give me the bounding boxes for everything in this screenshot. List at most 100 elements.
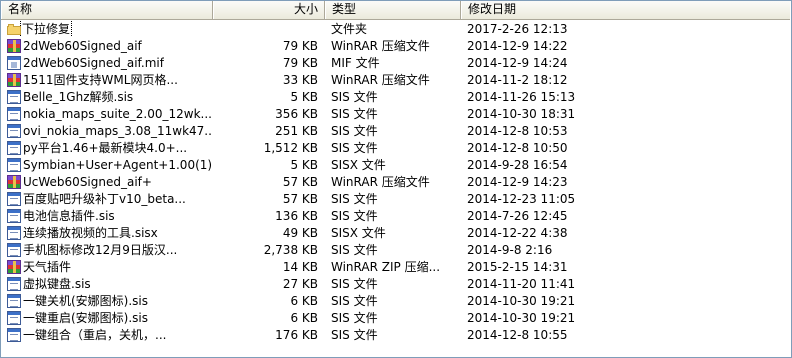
- file-row[interactable]: 2dWeb60Signed_aif 79 KB WinRAR 压缩文件 2014-12…: [1, 37, 790, 54]
- file-name-cell[interactable]: 虚拟键盘.sis: [1, 275, 213, 292]
- file-name-cell[interactable]: 天气插件: [1, 258, 213, 275]
- file-type: WinRAR 压缩文件: [331, 175, 430, 189]
- file-name[interactable]: 2dWeb60Signed_aif: [21, 39, 142, 53]
- column-header-size[interactable]: 大小: [213, 1, 325, 19]
- file-name[interactable]: 天气插件: [21, 258, 71, 275]
- file-modified-date: 2014-12-8 10:55: [467, 327, 568, 342]
- file-modified-date: 2017-2-26 12:13: [467, 21, 568, 36]
- file-row[interactable]: Symbian+User+Agent+1.00(1)... 5 KB SISX 文件…: [1, 156, 790, 173]
- file-modified-date: 2014-9-8 2:16: [467, 242, 553, 257]
- file-name[interactable]: 百度贴吧升级补丁v10_beta...: [21, 190, 186, 207]
- file-row[interactable]: 一键关机(安娜图标).sis 6 KB SIS 文件 2014-10-30 19:21: [1, 292, 790, 309]
- file-row[interactable]: 下拉修复 文件夹 2017-2-26 12:13: [1, 20, 790, 37]
- file-row[interactable]: 连续播放视频的工具.sisx 49 KB SISX 文件 2014-12-22 4:3…: [1, 224, 790, 241]
- file-row[interactable]: 电池信息插件.sis 136 KB SIS 文件 2014-7-26 12:45: [1, 207, 790, 224]
- file-row[interactable]: UcWeb60Signed_aif+ 57 KB WinRAR 压缩文件 2014-1…: [1, 173, 790, 190]
- file-name-cell[interactable]: Belle_1Ghz解频.sis: [1, 88, 213, 105]
- file-name[interactable]: 手机图标修改12月9日版汉...: [21, 241, 177, 258]
- file-type: SIS 文件: [331, 277, 378, 291]
- file-name-cell[interactable]: 1511固件支持WML网页格...: [1, 71, 213, 88]
- file-size: 356 KB: [275, 106, 318, 121]
- file-name-cell[interactable]: 2dWeb60Signed_aif.mif: [1, 55, 213, 70]
- file-name-cell[interactable]: 百度贴吧升级补丁v10_beta...: [1, 190, 213, 207]
- file-name-cell[interactable]: 电池信息插件.sis: [1, 207, 213, 224]
- file-size: 176 KB: [275, 327, 318, 342]
- file-name-cell[interactable]: ovi_nokia_maps_3.08_11wk47...: [1, 123, 213, 138]
- file-name[interactable]: 下拉修复: [19, 20, 73, 37]
- file-type: SIS 文件: [331, 294, 378, 308]
- file-name[interactable]: 一键重启(安娜图标).sis: [21, 309, 148, 326]
- file-name-cell[interactable]: py平台1.46+最新模块4.0+...: [1, 139, 213, 156]
- file-type: MIF 文件: [331, 56, 380, 70]
- sis-file-icon: [7, 327, 21, 342]
- rar-archive-icon: [7, 38, 21, 53]
- column-header-type[interactable]: 类型: [325, 1, 461, 19]
- file-modified-date: 2014-12-9 14:22: [467, 38, 568, 53]
- file-name-cell[interactable]: 连续播放视频的工具.sisx: [1, 224, 213, 241]
- file-name[interactable]: 1511固件支持WML网页格...: [21, 71, 178, 88]
- file-name[interactable]: ovi_nokia_maps_3.08_11wk47...: [21, 124, 213, 138]
- file-name-cell[interactable]: nokia_maps_suite_2.00_12wk...: [1, 106, 213, 121]
- file-name[interactable]: 虚拟键盘.sis: [21, 275, 91, 292]
- column-header-bar: 名称 大小 类型 修改日期: [1, 1, 790, 20]
- sis-file-icon: [7, 208, 21, 223]
- column-header-date[interactable]: 修改日期: [461, 1, 790, 19]
- file-modified-date: 2014-11-26 15:13: [467, 89, 576, 104]
- file-modified-date: 2014-12-9 14:24: [467, 55, 568, 70]
- file-row[interactable]: 天气插件 14 KB WinRAR ZIP 压缩... 2015-2-15 14:31: [1, 258, 790, 275]
- file-row[interactable]: 一键重启(安娜图标).sis 6 KB SIS 文件 2014-10-30 19:21: [1, 309, 790, 326]
- file-row[interactable]: ovi_nokia_maps_3.08_11wk47... 251 KB SIS 文…: [1, 122, 790, 139]
- file-name[interactable]: nokia_maps_suite_2.00_12wk...: [21, 107, 212, 121]
- file-name-cell[interactable]: Symbian+User+Agent+1.00(1)...: [1, 157, 213, 172]
- file-row[interactable]: 手机图标修改12月9日版汉... 2,738 KB SIS 文件 2014-9-8 2…: [1, 241, 790, 258]
- sis-file-icon: [7, 106, 21, 121]
- file-type: WinRAR ZIP 压缩...: [331, 260, 441, 274]
- file-modified-date: 2014-10-30 19:21: [467, 293, 576, 308]
- file-size: 49 KB: [282, 225, 318, 240]
- file-size: 57 KB: [282, 191, 318, 206]
- file-row[interactable]: 百度贴吧升级补丁v10_beta... 57 KB SIS 文件 2014-12-23…: [1, 190, 790, 207]
- file-name[interactable]: 一键关机(安娜图标).sis: [21, 292, 148, 309]
- sis-file-icon: [7, 140, 21, 155]
- file-name[interactable]: 连续播放视频的工具.sisx: [21, 224, 158, 241]
- file-name[interactable]: Belle_1Ghz解频.sis: [21, 88, 133, 105]
- sis-file-icon: [7, 242, 21, 257]
- file-size: 33 KB: [282, 72, 318, 87]
- file-name[interactable]: 一键组合（重启，关机，...: [21, 326, 166, 343]
- file-name-cell[interactable]: 下拉修复: [1, 20, 213, 37]
- file-name-cell[interactable]: 手机图标修改12月9日版汉...: [1, 241, 213, 258]
- file-name-cell[interactable]: UcWeb60Signed_aif+: [1, 174, 213, 189]
- file-name-cell[interactable]: 一键关机(安娜图标).sis: [1, 292, 213, 309]
- file-name-cell[interactable]: 一键组合（重启，关机，...: [1, 326, 213, 343]
- file-type: SIS 文件: [331, 243, 378, 257]
- file-type: SIS 文件: [331, 124, 378, 138]
- file-row[interactable]: py平台1.46+最新模块4.0+... 1,512 KB SIS 文件 2014-1…: [1, 139, 790, 156]
- file-name[interactable]: 电池信息插件.sis: [21, 207, 115, 224]
- file-name-cell[interactable]: 一键重启(安娜图标).sis: [1, 309, 213, 326]
- file-type: WinRAR 压缩文件: [331, 73, 430, 87]
- file-row[interactable]: Belle_1Ghz解频.sis 5 KB SIS 文件 2014-11-26 15:…: [1, 88, 790, 105]
- file-modified-date: 2014-11-2 18:12: [467, 72, 568, 87]
- file-name[interactable]: Symbian+User+Agent+1.00(1)...: [21, 158, 213, 172]
- file-name-cell[interactable]: 2dWeb60Signed_aif: [1, 38, 213, 53]
- column-header-name[interactable]: 名称: [1, 1, 213, 19]
- file-type: SIS 文件: [331, 328, 378, 342]
- file-row[interactable]: 虚拟键盘.sis 27 KB SIS 文件 2014-11-20 11:41: [1, 275, 790, 292]
- file-row[interactable]: 1511固件支持WML网页格... 33 KB WinRAR 压缩文件 2014-11…: [1, 71, 790, 88]
- file-row[interactable]: 2dWeb60Signed_aif.mif 79 KB MIF 文件 2014-12-…: [1, 54, 790, 71]
- file-type: SIS 文件: [331, 107, 378, 121]
- file-row[interactable]: 一键组合（重启，关机，... 176 KB SIS 文件 2014-12-8 10:5…: [1, 326, 790, 343]
- file-row[interactable]: nokia_maps_suite_2.00_12wk... 356 KB SIS 文…: [1, 105, 790, 122]
- file-name[interactable]: 2dWeb60Signed_aif.mif: [21, 56, 164, 70]
- file-size: 251 KB: [275, 123, 318, 138]
- file-size: 14 KB: [282, 259, 318, 274]
- sis-file-icon: [7, 293, 21, 308]
- file-size: 57 KB: [282, 174, 318, 189]
- file-modified-date: 2014-7-26 12:45: [467, 208, 568, 223]
- file-name[interactable]: py平台1.46+最新模块4.0+...: [21, 139, 187, 156]
- file-name[interactable]: UcWeb60Signed_aif+: [21, 175, 152, 189]
- file-rows: 下拉修复 文件夹 2017-2-26 12:13 2dWeb60Signed_aif 7…: [1, 20, 790, 343]
- sis-file-icon: [7, 89, 21, 104]
- file-type: SISX 文件: [331, 226, 386, 240]
- file-type: SIS 文件: [331, 90, 378, 104]
